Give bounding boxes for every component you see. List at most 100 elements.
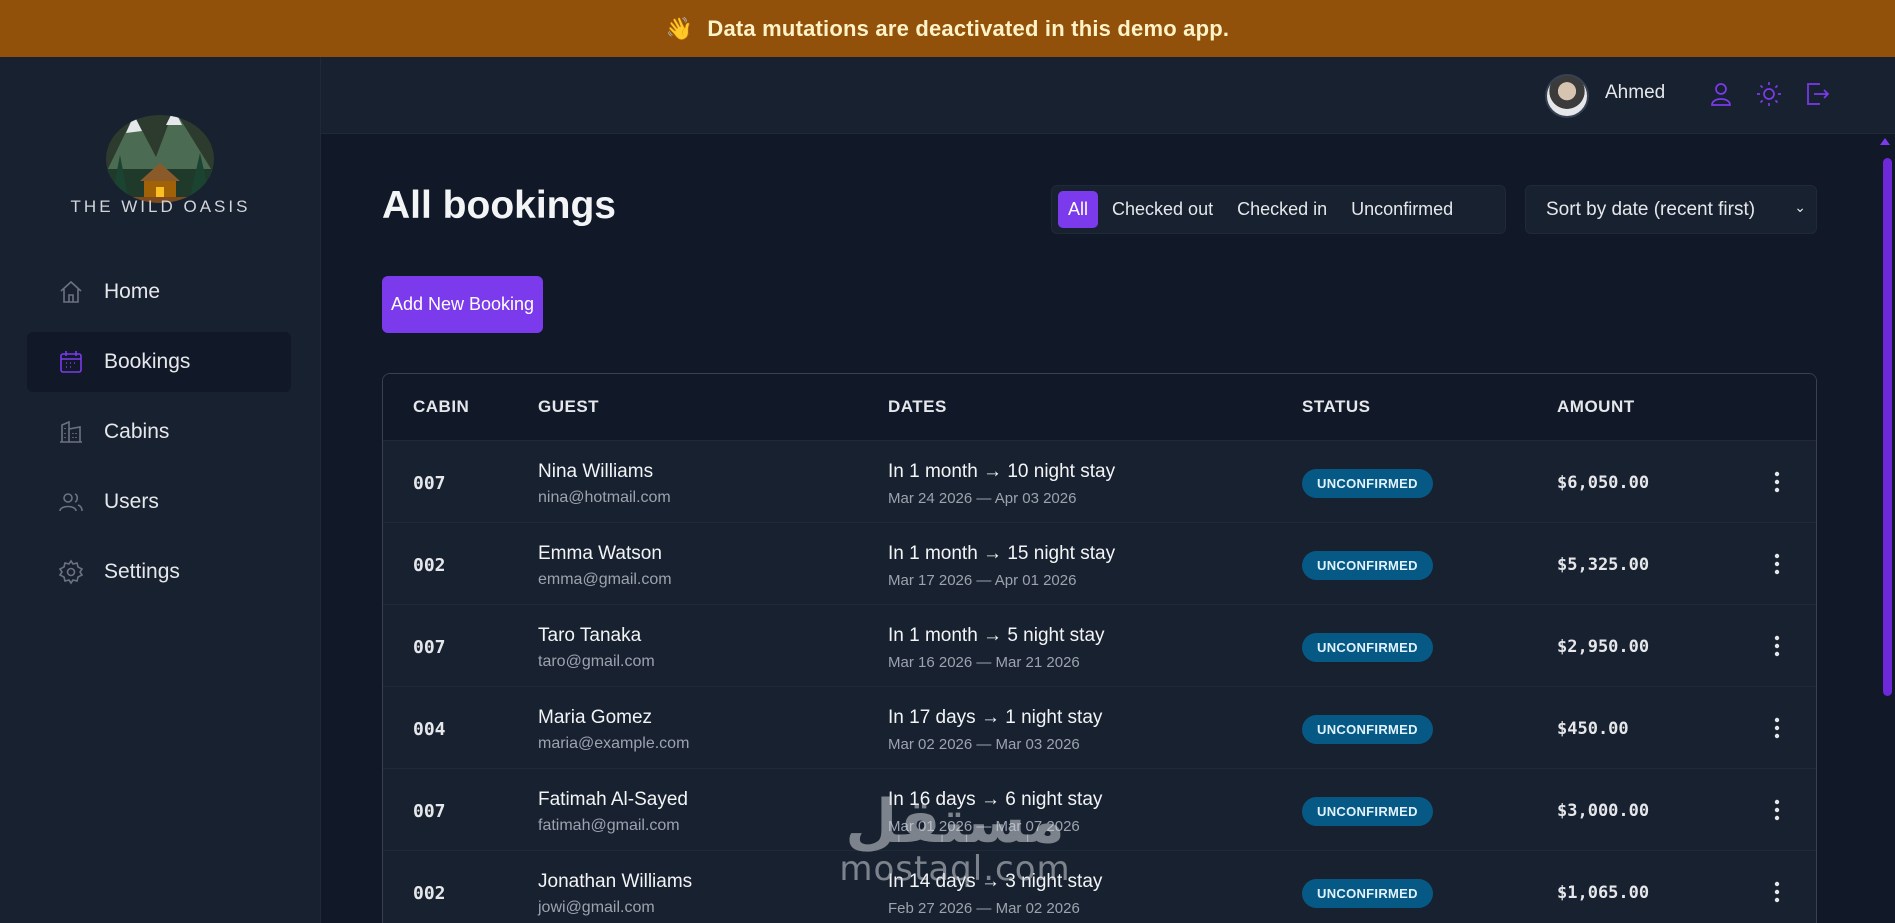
more-vertical-icon bbox=[1774, 799, 1780, 821]
main-content: All bookings All Checked out Checked in … bbox=[321, 134, 1875, 923]
waving-hand-icon: 👋 bbox=[665, 15, 694, 41]
avatar[interactable] bbox=[1545, 74, 1589, 118]
sidebar-item-label: Cabins bbox=[104, 420, 170, 443]
guest-email: fatimah@gmail.com bbox=[538, 817, 680, 834]
column-header-amount: AMOUNT bbox=[1557, 397, 1635, 416]
booking-amount: $5,325.00 bbox=[1557, 555, 1650, 575]
cabin-number: 007 bbox=[413, 801, 446, 822]
sidebar-nav: Home Bookings Cabins Users Settings bbox=[27, 262, 291, 612]
guest-name: Jonathan Williams bbox=[538, 871, 693, 892]
table-body: 007 Nina Williams nina@hotmail.com In 1 mon… bbox=[383, 441, 1816, 923]
scroll-up-arrow[interactable] bbox=[1880, 138, 1890, 145]
more-vertical-icon bbox=[1774, 881, 1780, 903]
guest-email: maria@example.com bbox=[538, 735, 690, 752]
table-row: 007 Taro Tanaka taro@gmail.com In 1 month →… bbox=[383, 605, 1816, 687]
table-row: 002 Jonathan Williams jowi@gmail.com In 14 … bbox=[383, 851, 1816, 923]
stay-summary: In 17 days → 1 night stay bbox=[888, 707, 1103, 728]
cabin-number: 002 bbox=[413, 555, 446, 576]
sidebar: THE WILD OASIS Home Bookings Cabins User… bbox=[0, 57, 321, 923]
cabin-number: 004 bbox=[413, 719, 446, 740]
date-range: Mar 02 2026 — Mar 03 2026 bbox=[888, 736, 1080, 753]
filter-all[interactable]: All bbox=[1058, 191, 1099, 228]
booking-amount: $450.00 bbox=[1557, 719, 1629, 739]
date-range: Feb 27 2026 — Mar 02 2026 bbox=[888, 900, 1080, 917]
status-badge: UNCONFIRMED bbox=[1302, 469, 1433, 498]
row-menu-button[interactable] bbox=[1765, 795, 1789, 825]
logo bbox=[106, 115, 214, 203]
guest-name: Emma Watson bbox=[538, 543, 662, 564]
column-header-cabin: CABIN bbox=[413, 397, 470, 416]
brand-name: THE WILD OASIS bbox=[70, 197, 251, 216]
more-vertical-icon bbox=[1774, 635, 1780, 657]
banner-text: Data mutations are deactivated in this d… bbox=[707, 15, 1230, 41]
sidebar-item-home[interactable]: Home bbox=[27, 262, 291, 322]
guest-name: Nina Williams bbox=[538, 461, 654, 482]
date-range: Mar 17 2026 — Apr 01 2026 bbox=[888, 572, 1077, 589]
cabins-icon bbox=[60, 420, 82, 443]
status-badge: UNCONFIRMED bbox=[1302, 879, 1433, 908]
sidebar-item-cabins[interactable]: Cabins bbox=[27, 402, 291, 462]
more-vertical-icon bbox=[1774, 553, 1780, 575]
table-row: 007 Fatimah Al-Sayed fatimah@gmail.com In 1… bbox=[383, 769, 1816, 851]
row-menu-button[interactable] bbox=[1765, 467, 1789, 497]
stay-summary: In 1 month → 15 night stay bbox=[888, 543, 1116, 564]
table-header: CABIN GUEST DATES STATUS AMOUNT bbox=[383, 374, 1816, 441]
add-new-booking-button[interactable]: Add New Booking bbox=[382, 276, 543, 333]
booking-amount: $2,950.00 bbox=[1557, 637, 1650, 657]
logout-icon[interactable] bbox=[1803, 80, 1831, 108]
bookings-table: CABIN GUEST DATES STATUS AMOUNT 007 Nina … bbox=[382, 373, 1817, 923]
page-title: All bookings bbox=[382, 184, 616, 227]
booking-amount: $1,065.00 bbox=[1557, 883, 1650, 903]
sort-select[interactable]: Sort by date (recent first) ⌄ bbox=[1525, 185, 1817, 234]
users-icon bbox=[59, 493, 83, 512]
sort-select-value: Sort by date (recent first) bbox=[1546, 198, 1756, 220]
status-badge: UNCONFIRMED bbox=[1302, 797, 1433, 826]
sidebar-item-label: Bookings bbox=[104, 350, 191, 373]
demo-banner: 👋 Data mutations are deactivated in this… bbox=[0, 0, 1895, 57]
column-header-status: STATUS bbox=[1302, 397, 1371, 416]
table-row: 007 Nina Williams nina@hotmail.com In 1 mon… bbox=[383, 441, 1816, 523]
row-menu-button[interactable] bbox=[1765, 549, 1789, 579]
guest-email: nina@hotmail.com bbox=[538, 489, 671, 506]
column-header-guest: GUEST bbox=[538, 397, 600, 416]
row-menu-button[interactable] bbox=[1765, 713, 1789, 743]
guest-name: Taro Tanaka bbox=[538, 625, 642, 646]
user-icon[interactable] bbox=[1707, 80, 1735, 108]
sidebar-item-users[interactable]: Users bbox=[27, 472, 291, 532]
guest-email: emma@gmail.com bbox=[538, 571, 672, 588]
table-row: 004 Maria Gomez maria@example.com In 17 day… bbox=[383, 687, 1816, 769]
row-menu-button[interactable] bbox=[1765, 631, 1789, 661]
status-filter: All Checked out Checked in Unconfirmed bbox=[1051, 185, 1506, 234]
guest-name: Maria Gomez bbox=[538, 707, 653, 728]
guest-email: taro@gmail.com bbox=[538, 653, 655, 670]
guest-name: Fatimah Al-Sayed bbox=[538, 789, 688, 810]
cabin-number: 007 bbox=[413, 473, 446, 494]
filter-checked-in[interactable]: Checked in bbox=[1227, 191, 1337, 228]
booking-amount: $3,000.00 bbox=[1557, 801, 1650, 821]
guest-email: jowi@gmail.com bbox=[538, 899, 655, 916]
watermark-arabic: مستقل bbox=[845, 787, 1065, 857]
calendar-icon bbox=[60, 351, 82, 373]
cabin-number: 007 bbox=[413, 637, 446, 658]
status-badge: UNCONFIRMED bbox=[1302, 551, 1433, 580]
sidebar-item-bookings[interactable]: Bookings bbox=[27, 332, 291, 392]
scrollbar-thumb[interactable] bbox=[1883, 158, 1892, 696]
more-vertical-icon bbox=[1774, 717, 1780, 739]
sidebar-item-label: Users bbox=[104, 490, 159, 513]
row-menu-button[interactable] bbox=[1765, 877, 1789, 907]
booking-amount: $6,050.00 bbox=[1557, 473, 1650, 493]
chevron-down-icon: ⌄ bbox=[1794, 199, 1806, 215]
more-vertical-icon bbox=[1774, 471, 1780, 493]
date-range: Mar 24 2026 — Apr 03 2026 bbox=[888, 490, 1077, 507]
status-badge: UNCONFIRMED bbox=[1302, 715, 1433, 744]
sidebar-item-settings[interactable]: Settings bbox=[27, 542, 291, 602]
filter-unconfirmed[interactable]: Unconfirmed bbox=[1341, 191, 1463, 228]
table-row: 002 Emma Watson emma@gmail.com In 1 month →… bbox=[383, 523, 1816, 605]
gear-icon bbox=[58, 559, 84, 585]
watermark-latin: mostaql.com bbox=[839, 849, 1071, 889]
sun-icon[interactable] bbox=[1755, 80, 1783, 108]
username: Ahmed bbox=[1605, 82, 1666, 103]
sidebar-item-label: Settings bbox=[104, 560, 180, 583]
filter-checked-out[interactable]: Checked out bbox=[1102, 191, 1223, 228]
sidebar-item-label: Home bbox=[104, 280, 161, 303]
